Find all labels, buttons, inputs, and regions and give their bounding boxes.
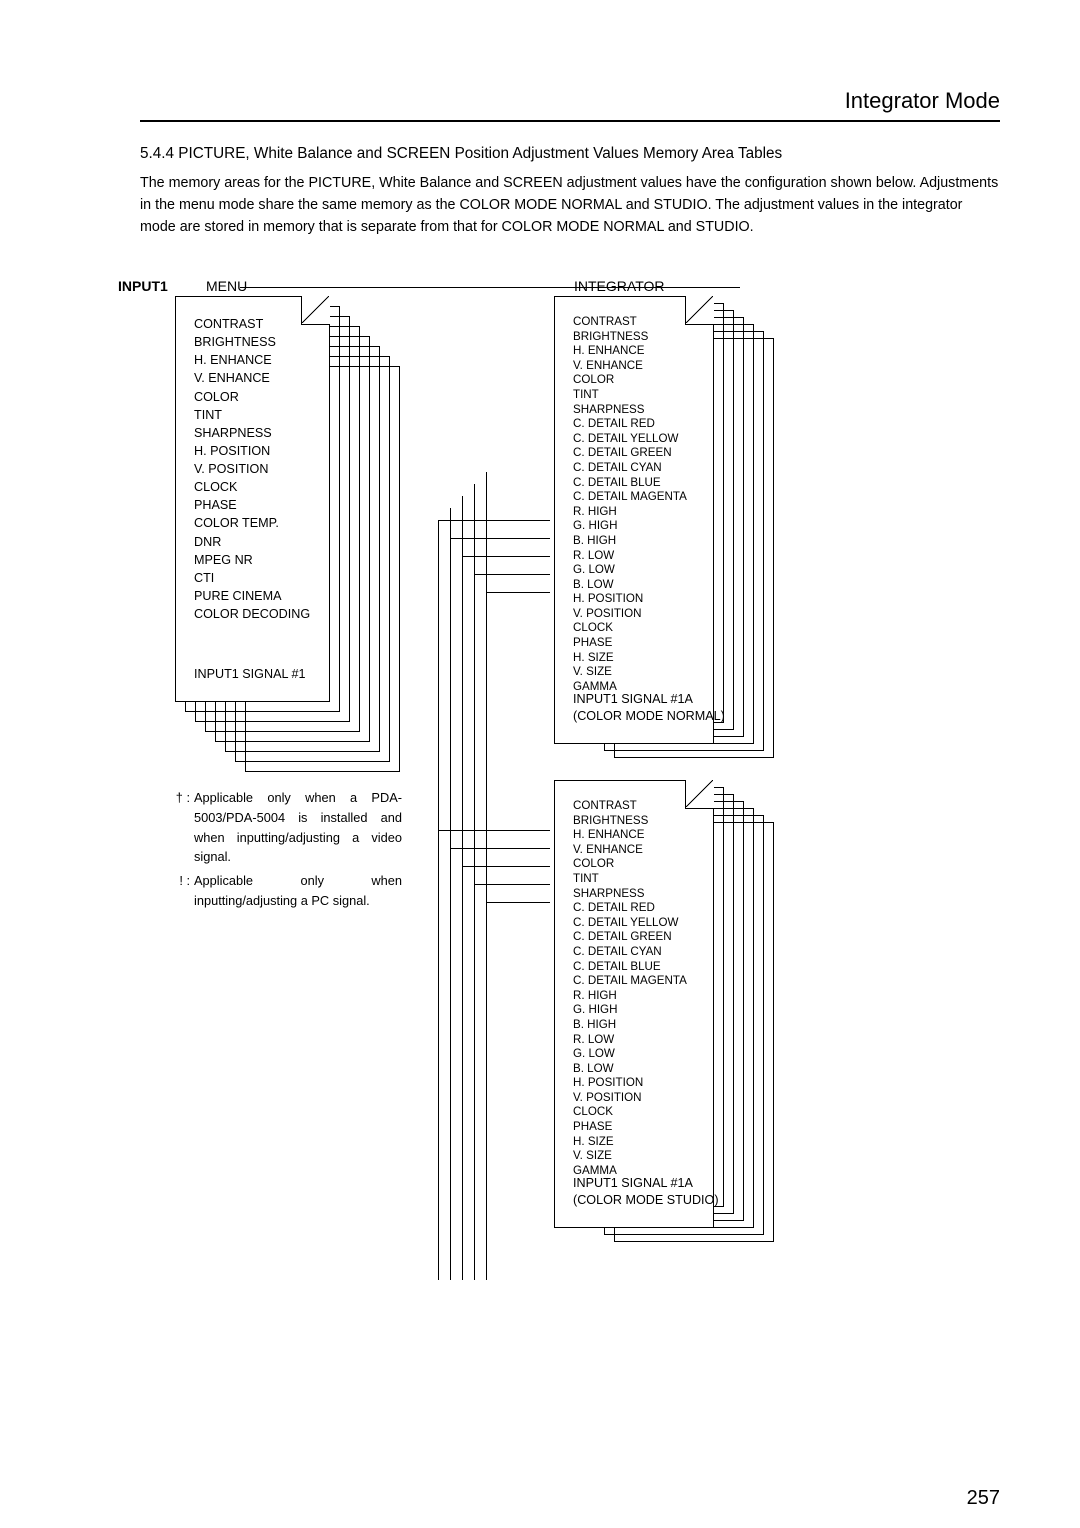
note-bang-text: Applicable only when inputting/adjusting… <box>194 871 402 911</box>
page-header: Integrator Mode <box>140 88 1000 122</box>
note-dagger-marker: † : <box>170 788 190 867</box>
dogear-icon <box>301 296 330 325</box>
bus-top <box>438 350 556 770</box>
input-label: INPUT1 <box>118 278 168 294</box>
integrator-card-a-lines: CONTRAST BRIGHTNESS H. ENHANCE V. ENHANC… <box>573 315 699 694</box>
dogear-icon <box>685 296 714 325</box>
bus-bottom <box>438 770 556 1280</box>
integrator-stack-b: CONTRAST BRIGHTNESS H. ENHANCE V. ENHANC… <box>554 780 784 1280</box>
section-body: The memory areas for the PICTURE, White … <box>140 172 1000 238</box>
integrator-card-a: CONTRAST BRIGHTNESS H. ENHANCE V. ENHANC… <box>554 296 714 744</box>
dogear-icon <box>685 780 714 809</box>
notes-block: † : Applicable only when a PDA-5003/PDA-… <box>170 788 402 915</box>
section-heading: 5.4.4 PICTURE, White Balance and SCREEN … <box>140 145 782 163</box>
integrator-stack-a: CONTRAST BRIGHTNESS H. ENHANCE V. ENHANC… <box>554 296 784 776</box>
menu-card-footer: INPUT1 SIGNAL #1 <box>194 666 306 683</box>
menu-card: CONTRAST BRIGHTNESS H. ENHANCE V. ENHANC… <box>175 296 330 702</box>
integrator-card-a-footer: INPUT1 SIGNAL #1A (COLOR MODE NORMAL) <box>573 691 725 725</box>
integrator-card-b-footer: INPUT1 SIGNAL #1A (COLOR MODE STUDIO) <box>573 1175 719 1209</box>
menu-heading: MENU <box>206 278 247 294</box>
header-title: Integrator Mode <box>845 88 1000 113</box>
integrator-card-b-lines: CONTRAST BRIGHTNESS H. ENHANCE V. ENHANC… <box>573 799 699 1178</box>
integrator-heading: INTEGRATOR <box>574 278 665 294</box>
connector-line <box>240 287 740 288</box>
note-dagger-text: Applicable only when a PDA-5003/PDA-5004… <box>194 788 402 867</box>
page-number: 257 <box>967 1487 1000 1510</box>
note-bang-marker: ! : <box>170 871 190 911</box>
menu-stack: CONTRAST BRIGHTNESS H. ENHANCE V. ENHANC… <box>175 296 410 778</box>
integrator-card-b: CONTRAST BRIGHTNESS H. ENHANCE V. ENHANC… <box>554 780 714 1228</box>
menu-card-lines: CONTRAST BRIGHTNESS H. ENHANCE V. ENHANC… <box>194 315 315 623</box>
